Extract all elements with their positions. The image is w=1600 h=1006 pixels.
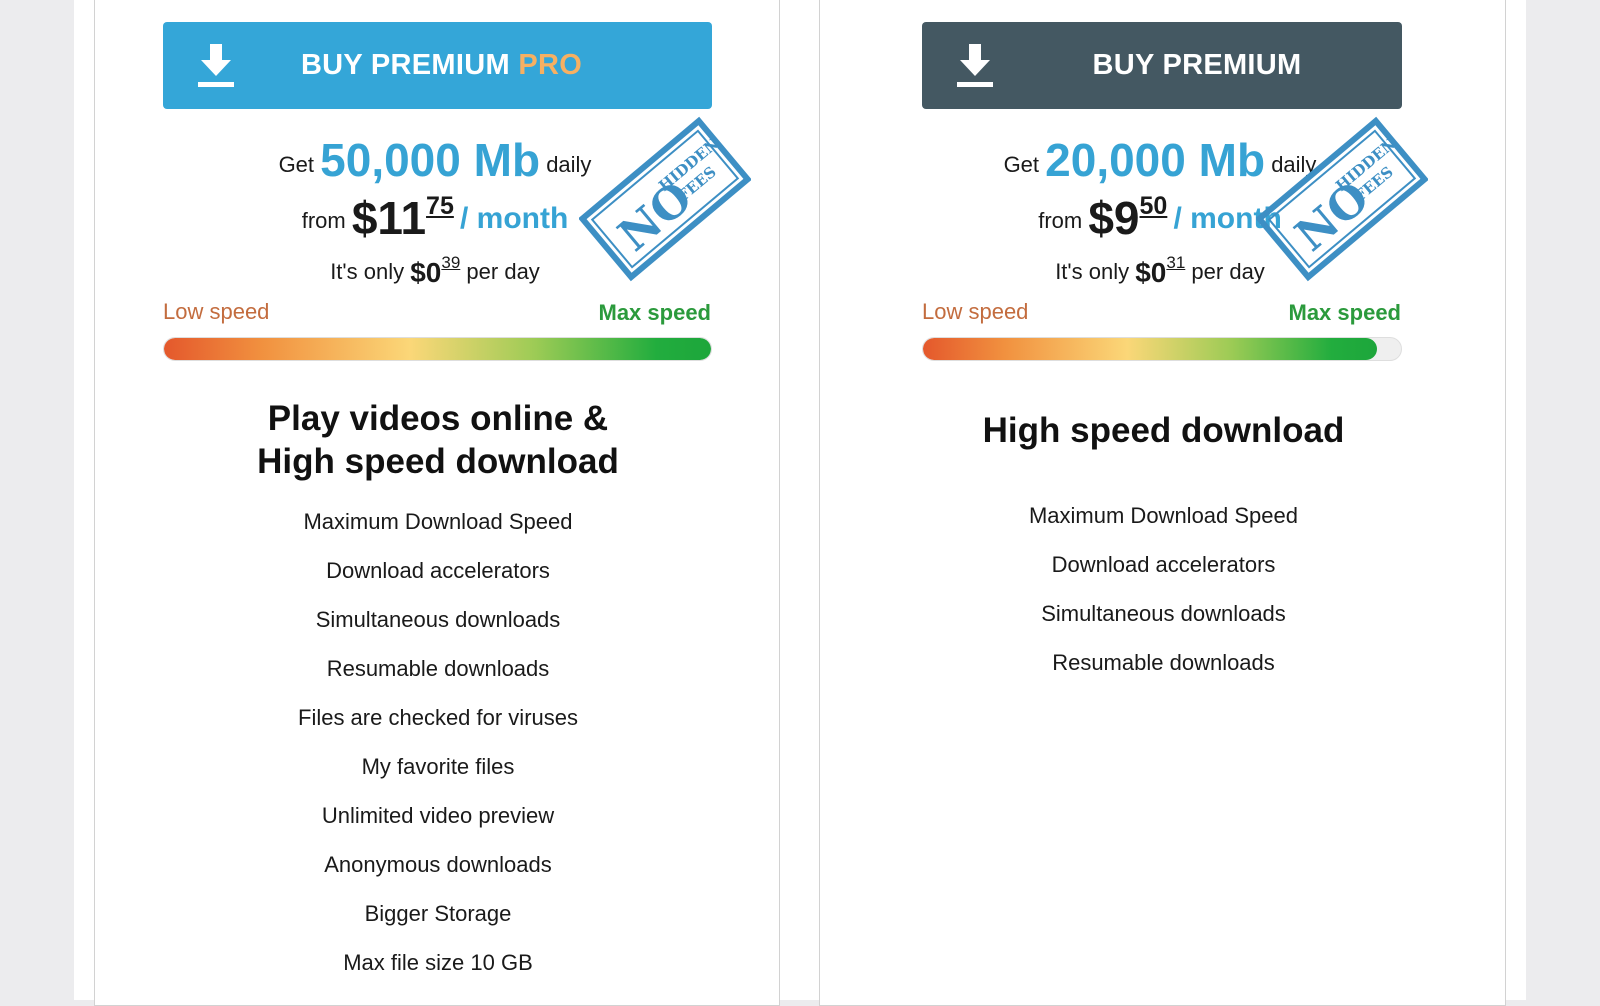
buy-premium-button[interactable]: BUY PREMIUM: [922, 22, 1402, 109]
list-item: Resumable downloads: [1052, 650, 1275, 675]
price-dollars: $9: [1088, 192, 1140, 244]
buy-button-label: BUY PREMIUM PRO: [300, 49, 583, 81]
plan-card-premium: BUY PREMIUM Get 20,000 Mb daily from $95…: [819, 0, 1506, 1006]
no-hidden-fees-stamp: NO HIDDEN FEES: [579, 116, 751, 282]
day-price-dollars: $0: [410, 257, 442, 288]
speed-meter: [163, 337, 712, 361]
low-speed-label: Low speed: [163, 299, 270, 324]
list-item: Maximum Download Speed: [1028, 503, 1299, 528]
daily-quota-amount: 20,000 Mb: [1045, 134, 1266, 186]
pricing-page: BUY PREMIUM PRO Get 50,000 Mb daily from…: [74, 0, 1526, 1006]
plan-title: High speed download: [982, 411, 1345, 450]
price-dollars: $11: [351, 192, 427, 244]
list-item: Simultaneous downloads: [1041, 601, 1286, 626]
day-price-dollars: $0: [1135, 257, 1167, 288]
list-item: Download accelerators: [1051, 552, 1276, 577]
day-price-cents: 39: [441, 253, 461, 272]
low-speed-label: Low speed: [922, 299, 1029, 324]
plan-card-premium-pro: BUY PREMIUM PRO Get 50,000 Mb daily from…: [94, 0, 780, 1006]
list-item: Max file size 10 GB: [343, 950, 533, 975]
feature-list: Maximum Download Speed Download accelera…: [95, 511, 781, 1001]
no-hidden-fees-stamp: NO HIDDEN FEES: [1256, 116, 1428, 282]
plan-title: Play videos online & High speed download: [257, 399, 619, 481]
list-item: Unlimited video preview: [321, 803, 555, 828]
speed-meter-fill: [923, 338, 1378, 360]
list-item: My favorite files: [361, 754, 515, 779]
list-item: Resumable downloads: [326, 656, 550, 681]
list-item: Files are checked for viruses: [298, 705, 578, 730]
pro-badge-text: PRO: [518, 49, 583, 81]
max-speed-label: Max speed: [1288, 300, 1402, 325]
list-item: Download accelerators: [326, 558, 550, 583]
speed-meter-fill: [164, 338, 711, 360]
list-item: Anonymous downloads: [324, 852, 552, 877]
day-price-cents: 31: [1166, 253, 1186, 272]
max-speed-label: Max speed: [598, 300, 712, 325]
feature-list: Maximum Download Speed Download accelera…: [820, 505, 1507, 701]
per-month-label: / month: [459, 202, 569, 235]
buy-button-label: BUY PREMIUM: [1092, 49, 1302, 81]
list-item: Maximum Download Speed: [303, 509, 573, 534]
daily-quota-amount: 50,000 Mb: [320, 134, 541, 186]
list-item: Simultaneous downloads: [315, 607, 561, 632]
list-item: Bigger Storage: [364, 901, 512, 926]
speed-meter: [922, 337, 1402, 361]
price-cents: 75: [426, 192, 454, 220]
buy-premium-pro-button[interactable]: BUY PREMIUM PRO: [163, 22, 712, 109]
price-cents: 50: [1139, 192, 1168, 220]
